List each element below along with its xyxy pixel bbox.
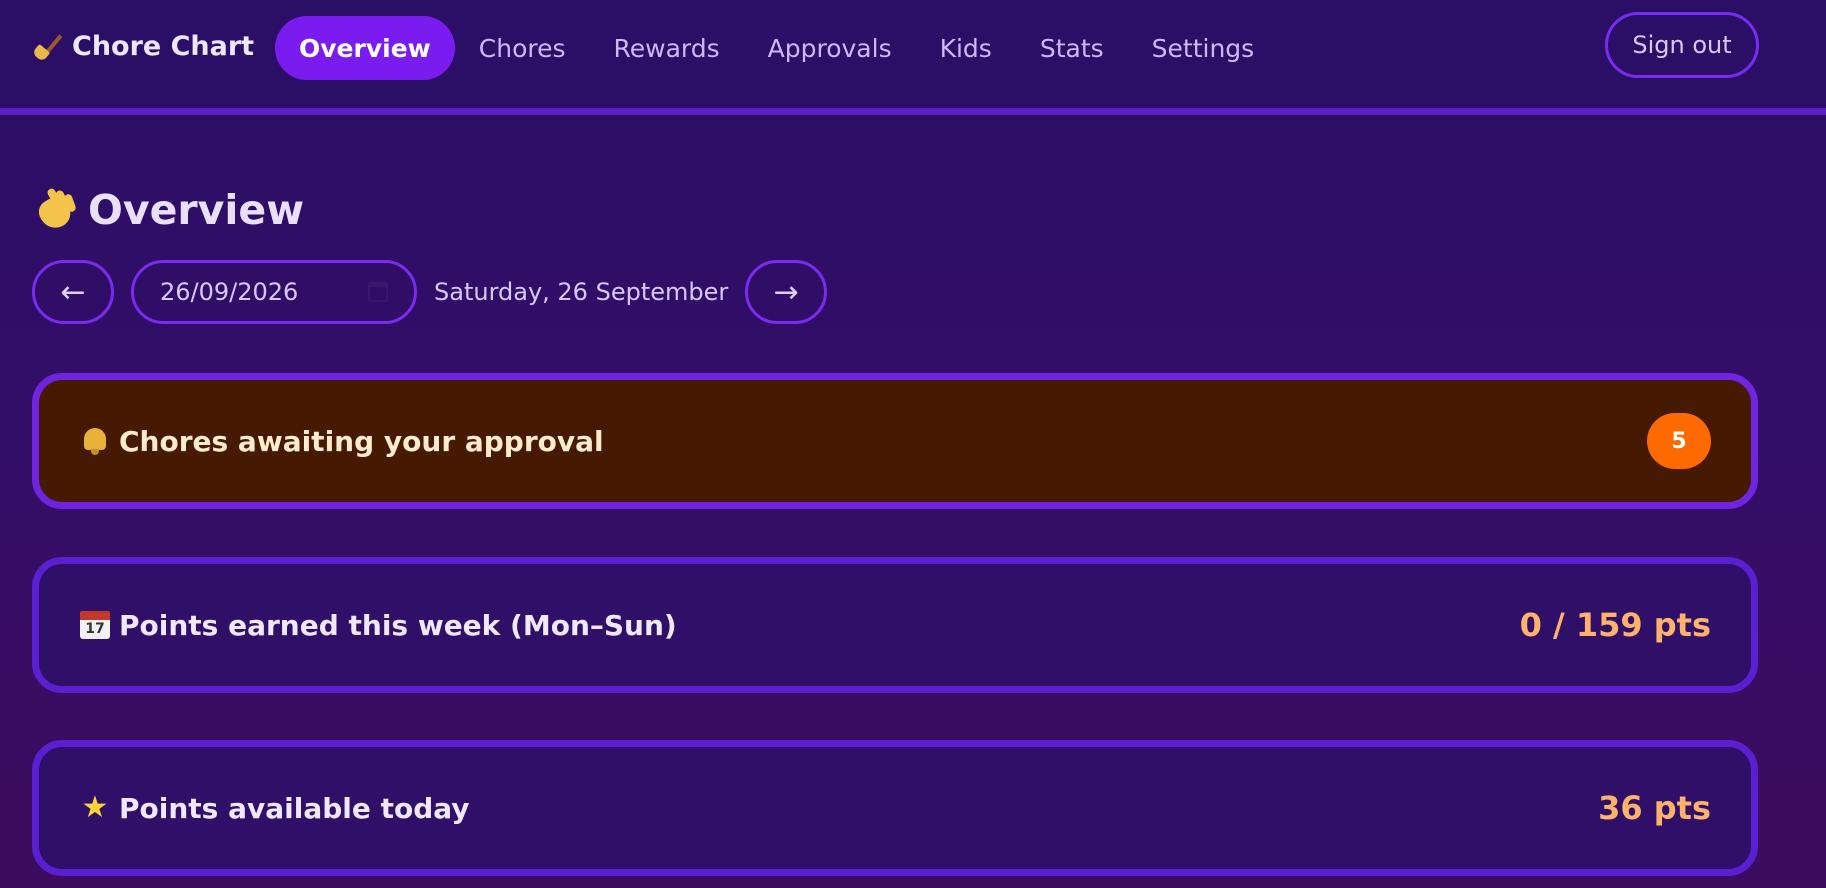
- week-points-value: 0 / 159 pts: [1519, 606, 1711, 644]
- today-points-label: ★ Points available today: [79, 792, 470, 825]
- brand[interactable]: Chore Chart: [31, 28, 255, 64]
- approval-count-badge: 5: [1647, 413, 1711, 469]
- top-navigation-bar: Chore Chart Overview Chores Rewards Appr…: [0, 0, 1826, 115]
- nav-item-stats[interactable]: Stats: [1016, 16, 1128, 80]
- brand-name: Chore Chart: [72, 30, 255, 62]
- today-points-card: ★ Points available today 36 pts: [32, 740, 1758, 876]
- approval-card-text: Chores awaiting your approval: [119, 424, 604, 458]
- waving-hand-icon: [32, 186, 80, 234]
- nav-item-overview[interactable]: Overview: [275, 16, 455, 80]
- sign-out-button[interactable]: Sign out: [1605, 12, 1759, 78]
- approval-card-label: Chores awaiting your approval: [79, 425, 604, 458]
- date-input[interactable]: 26/09/2026: [131, 260, 417, 324]
- page-title-text: Overview: [88, 186, 305, 234]
- broom-icon: [31, 31, 63, 63]
- nav-item-rewards[interactable]: Rewards: [590, 16, 744, 80]
- calendar-picker-icon[interactable]: [368, 282, 388, 302]
- approval-card[interactable]: Chores awaiting your approval 5: [32, 373, 1758, 509]
- nav-item-chores[interactable]: Chores: [455, 16, 590, 80]
- nav-item-approvals[interactable]: Approvals: [744, 16, 916, 80]
- date-input-value: 26/09/2026: [160, 278, 299, 306]
- nav-item-kids[interactable]: Kids: [916, 16, 1016, 80]
- week-points-card: 17 Points earned this week (Mon–Sun) 0 /…: [32, 557, 1758, 693]
- main-nav: Overview Chores Rewards Approvals Kids S…: [275, 16, 1278, 80]
- today-points-value: 36 pts: [1598, 789, 1711, 827]
- today-points-text: Points available today: [119, 791, 470, 825]
- page-title: Overview: [32, 184, 304, 236]
- next-day-button[interactable]: →: [745, 260, 828, 324]
- week-points-text: Points earned this week (Mon–Sun): [119, 608, 677, 642]
- week-points-label: 17 Points earned this week (Mon–Sun): [79, 609, 677, 642]
- previous-day-button[interactable]: ←: [32, 260, 114, 324]
- nav-item-settings[interactable]: Settings: [1128, 16, 1279, 80]
- star-icon: ★: [81, 790, 109, 825]
- calendar-icon: 17: [79, 609, 111, 641]
- date-navigation: ← 26/09/2026 Saturday, 26 September →: [32, 260, 828, 324]
- bell-icon: [79, 425, 111, 457]
- calendar-icon-day: 17: [85, 621, 105, 637]
- selected-date-label: Saturday, 26 September: [434, 278, 729, 306]
